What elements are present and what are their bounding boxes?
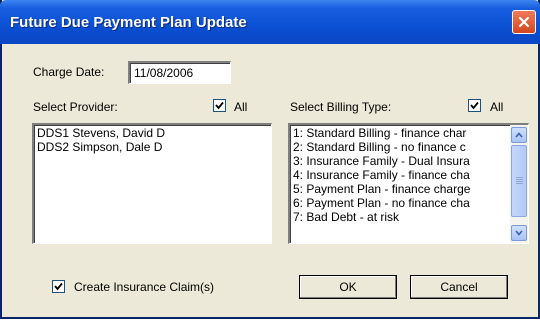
title-bar[interactable]: Future Due Payment Plan Update bbox=[0, 0, 540, 44]
select-provider-label: Select Provider: bbox=[33, 100, 118, 114]
cancel-button[interactable]: Cancel bbox=[410, 275, 508, 299]
charge-date-label: Charge Date: bbox=[33, 65, 105, 79]
provider-list[interactable]: DDS1 Stevens, David D DDS2 Simpson, Dale… bbox=[32, 123, 272, 244]
close-icon[interactable] bbox=[512, 10, 536, 34]
list-item[interactable]: 3: Insurance Family - Dual Insura bbox=[290, 154, 508, 168]
create-insurance-claims-label: Create Insurance Claim(s) bbox=[74, 280, 215, 294]
chevron-up-icon bbox=[515, 132, 523, 138]
select-billing-type-label: Select Billing Type: bbox=[290, 100, 392, 114]
window-title: Future Due Payment Plan Update bbox=[10, 14, 247, 31]
charge-date-input[interactable]: 11/08/2006 bbox=[128, 61, 231, 84]
vertical-scrollbar[interactable] bbox=[510, 125, 528, 243]
checkmark-icon bbox=[215, 101, 224, 110]
dialog-window: Future Due Payment Plan Update Charge Da… bbox=[0, 0, 540, 319]
checkmark-icon bbox=[470, 101, 479, 110]
chevron-down-icon bbox=[515, 230, 523, 236]
scrollbar-thumb[interactable] bbox=[511, 145, 527, 217]
list-item[interactable]: DDS2 Simpson, Dale D bbox=[34, 140, 271, 154]
checkmark-icon bbox=[54, 282, 63, 291]
billing-type-list[interactable]: 1: Standard Billing - finance char 2: St… bbox=[288, 123, 529, 244]
provider-all-checkbox[interactable] bbox=[213, 99, 226, 112]
billing-all-label: All bbox=[490, 100, 504, 114]
billing-all-checkbox[interactable] bbox=[468, 99, 481, 112]
list-item[interactable]: 5: Payment Plan - finance charge bbox=[290, 182, 508, 196]
list-item[interactable]: 6: Payment Plan - no finance cha bbox=[290, 196, 508, 210]
scroll-up-button[interactable] bbox=[511, 127, 527, 143]
list-item[interactable]: 2: Standard Billing - no finance c bbox=[290, 140, 508, 154]
provider-all-label: All bbox=[234, 100, 248, 114]
create-insurance-claims-checkbox[interactable] bbox=[52, 280, 65, 293]
ok-button[interactable]: OK bbox=[299, 275, 397, 299]
list-item[interactable]: 7: Bad Debt - at risk bbox=[290, 210, 508, 224]
list-item[interactable]: DDS1 Stevens, David D bbox=[34, 126, 271, 140]
scroll-down-button[interactable] bbox=[511, 225, 527, 241]
list-item[interactable]: 1: Standard Billing - finance char bbox=[290, 126, 508, 140]
list-item[interactable]: 4: Insurance Family - finance cha bbox=[290, 168, 508, 182]
